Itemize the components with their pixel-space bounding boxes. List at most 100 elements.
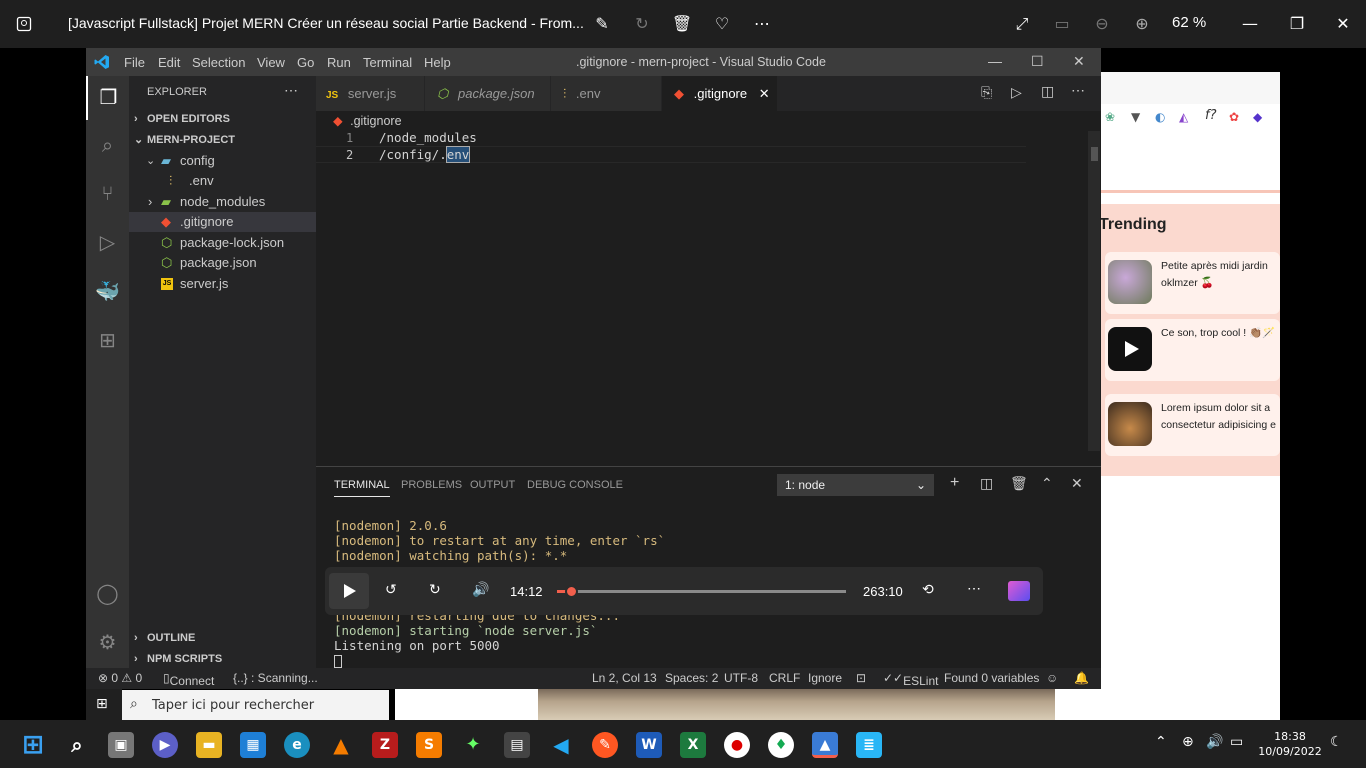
run-debug-icon[interactable]: ▷ <box>86 221 129 265</box>
tab-gitignore[interactable]: ◆ .gitignore ✕ <box>662 76 777 111</box>
favorite-icon[interactable]: ♡ <box>710 12 734 36</box>
mongodb-icon[interactable]: ♦ <box>768 732 794 758</box>
tree-item-package-json[interactable]: ⬡ package.json <box>129 253 316 273</box>
zoom-in-icon[interactable]: ⊕ <box>1130 12 1154 36</box>
git-kraken-icon[interactable]: ✦ <box>460 732 486 758</box>
play-button[interactable] <box>329 573 369 609</box>
settings-gear-icon[interactable]: ⚙ <box>86 621 129 665</box>
remote-connect-status[interactable]: ▯ Connect <box>163 671 214 688</box>
maximize-panel-icon[interactable]: ⌃ <box>1041 475 1053 492</box>
split-terminal-icon[interactable]: ◫ <box>980 475 993 492</box>
close-tab-icon[interactable]: ✕ <box>759 86 770 101</box>
more-actions-icon[interactable]: ⋯ <box>284 82 298 99</box>
store-icon[interactable]: ▦ <box>240 732 266 758</box>
seek-bar[interactable] <box>557 585 846 598</box>
minimize-icon[interactable]: — <box>1238 12 1262 36</box>
extension-icon[interactable]: ✿ <box>1229 110 1239 124</box>
npm-scripts-section[interactable]: › NPM SCRIPTS <box>129 649 316 669</box>
tree-item-package-lock[interactable]: ⬡ package-lock.json <box>129 233 316 253</box>
more-actions-icon[interactable]: ⋯ <box>1071 82 1085 99</box>
filezilla-icon[interactable]: Z <box>372 732 398 758</box>
rotate-icon[interactable]: ↻ <box>630 12 654 36</box>
open-editors-section[interactable]: › OPEN EDITORS <box>129 109 316 129</box>
tab-problems[interactable]: PROBLEMS <box>401 479 462 491</box>
trending-card[interactable]: Lorem ipsum dolor sit a consectetur adipi… <box>1105 394 1280 456</box>
feedback-icon[interactable]: ☺ <box>1046 671 1058 685</box>
tab-server-js[interactable]: JS server.js <box>316 76 424 111</box>
language-icon[interactable]: ⊕ <box>1182 734 1194 750</box>
account-icon[interactable]: ◯ <box>86 572 129 616</box>
close-icon[interactable]: ✕ <box>1331 12 1355 36</box>
tab-terminal[interactable]: TERMINAL <box>334 479 390 497</box>
tab-package-json[interactable]: ⬡ package.json <box>425 76 550 111</box>
language-mode[interactable]: Ignore <box>808 671 842 685</box>
taskbar-search[interactable]: ⌕ Taper ici pour rechercher <box>122 690 389 720</box>
delete-icon[interactable]: 🗑 <box>670 12 694 36</box>
terminal-select[interactable]: 1: node ⌄ <box>777 474 934 496</box>
new-terminal-icon[interactable]: + <box>950 474 959 492</box>
eslint-status[interactable]: ✓✓ ESLint <box>883 671 938 688</box>
tab-env[interactable]: ⫶ .env <box>551 76 661 111</box>
tree-item-config[interactable]: ⌄ ▰ config <box>129 151 316 171</box>
indentation[interactable]: Spaces: 2 <box>665 671 718 685</box>
extensions-icon[interactable]: ⊞ <box>86 319 129 363</box>
tree-item-gitignore[interactable]: ◆ .gitignore <box>129 212 316 232</box>
menu-run[interactable]: Run <box>327 55 351 70</box>
zoom-out-icon[interactable]: ⊖ <box>1090 12 1114 36</box>
breadcrumb[interactable]: ◆ .gitignore <box>333 113 402 128</box>
extension-icon[interactable]: ◐ <box>1155 110 1165 124</box>
tab-debug-console[interactable]: DEBUG CONSOLE <box>527 479 623 491</box>
explorer-icon[interactable]: ❐ <box>86 76 129 120</box>
more-options-icon[interactable]: ⋯ <box>967 580 981 597</box>
windows-start-icon[interactable]: ⊞ <box>20 732 46 758</box>
battery-icon[interactable]: ▭ <box>1230 734 1243 750</box>
notifications-icon[interactable]: ☾ <box>1330 734 1343 750</box>
video-editor-icon[interactable] <box>1008 581 1030 601</box>
problems-status[interactable]: ⊗ 0 ⚠ 0 <box>98 671 142 685</box>
line-ending[interactable]: CRLF <box>769 671 800 685</box>
outline-section[interactable]: › OUTLINE <box>129 628 316 648</box>
menu-go[interactable]: Go <box>297 55 314 70</box>
menu-terminal[interactable]: Terminal <box>363 55 412 70</box>
extension-icon[interactable]: f? <box>1205 108 1216 123</box>
search-icon[interactable]: ⌕ <box>86 124 129 168</box>
seek-handle[interactable] <box>564 585 578 598</box>
docker-icon[interactable]: 🐳 <box>86 270 129 314</box>
trending-card[interactable]: Ce son, trop cool ! 👏🏽🪄 <box>1105 319 1280 381</box>
photos-taskbar-icon[interactable]: ▲ <box>812 732 838 758</box>
notifications-bell-icon[interactable]: 🔔 <box>1074 671 1089 685</box>
extension-icon[interactable]: ▼ <box>1131 110 1140 124</box>
taskbar-clock[interactable]: 18:38 10/09/2022 <box>1255 729 1325 759</box>
code-editor[interactable]: ◆ .gitignore 1 /node_modules 2 /config/.… <box>316 111 1101 466</box>
chevron-up-icon[interactable]: ⌃ <box>1155 734 1167 750</box>
more-icon[interactable]: ⋯ <box>750 12 774 36</box>
close-icon[interactable]: ✕ <box>1073 53 1085 70</box>
search-icon[interactable]: ⌕ <box>64 732 90 758</box>
maximize-icon[interactable]: ❐ <box>1285 12 1309 36</box>
word-icon[interactable]: W <box>636 732 662 758</box>
terminal-status-icon[interactable]: ⊡ <box>856 671 866 685</box>
extension-icon[interactable]: ❀ <box>1105 110 1115 124</box>
file-explorer-icon[interactable]: ▬ <box>196 732 222 758</box>
scrollbar-thumb[interactable] <box>1091 147 1098 161</box>
tree-item-node-modules[interactable]: › ▰ node_modules <box>129 192 316 212</box>
project-section[interactable]: ⌄ MERN-PROJECT <box>129 130 316 150</box>
excel-icon[interactable]: X <box>680 732 706 758</box>
maximize-icon[interactable]: ☐ <box>1031 53 1044 70</box>
cursor-position[interactable]: Ln 2, Col 13 <box>592 671 657 685</box>
edge-icon[interactable]: e <box>284 732 310 758</box>
encoding[interactable]: UTF-8 <box>724 671 758 685</box>
volume-icon[interactable]: 🔊 <box>1206 734 1223 750</box>
menu-selection[interactable]: Selection <box>192 55 245 70</box>
open-changes-icon[interactable]: ⎘ <box>981 84 992 101</box>
close-panel-icon[interactable]: ✕ <box>1071 475 1083 492</box>
repeat-off-icon[interactable]: ⟲ <box>922 581 934 598</box>
skip-forward-30-icon[interactable]: ↻ <box>429 581 441 598</box>
extension-icon[interactable]: ◭ <box>1179 110 1188 124</box>
record-icon[interactable]: ● <box>724 732 750 758</box>
menu-edit[interactable]: Edit <box>158 55 180 70</box>
postman-icon[interactable]: ✎ <box>592 732 618 758</box>
extension-icon[interactable]: ◆ <box>1253 110 1262 124</box>
fullscreen-icon[interactable]: ⤢ <box>1010 12 1034 36</box>
tree-item-env[interactable]: ⫶ .env <box>129 171 316 191</box>
